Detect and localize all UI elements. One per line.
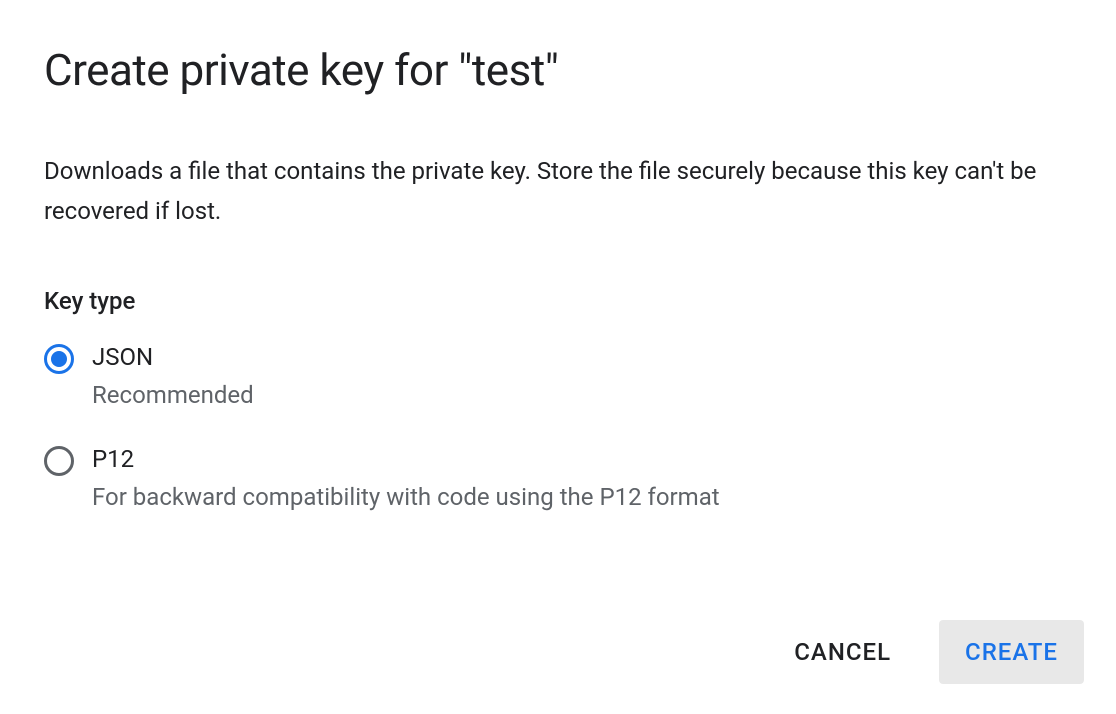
radio-hint-json: Recommended: [92, 381, 254, 409]
radio-label-json: JSON: [92, 343, 254, 371]
key-type-label: Key type: [44, 287, 1072, 315]
key-type-radio-group: JSON Recommended P12 For backward compat…: [44, 343, 1072, 511]
cancel-button[interactable]: CANCEL: [770, 620, 915, 684]
radio-content: JSON Recommended: [92, 343, 254, 409]
dialog-description: Downloads a file that contains the priva…: [44, 152, 1044, 231]
radio-option-p12[interactable]: P12 For backward compatibility with code…: [44, 445, 1072, 511]
dialog-actions: CANCEL CREATE: [770, 620, 1084, 684]
radio-circle-icon: [44, 344, 74, 374]
radio-circle-icon: [44, 446, 74, 476]
create-button[interactable]: CREATE: [939, 620, 1084, 684]
radio-hint-p12: For backward compatibility with code usi…: [92, 483, 720, 511]
radio-option-json[interactable]: JSON Recommended: [44, 343, 1072, 409]
dialog-title: Create private key for "test": [44, 44, 1072, 96]
radio-label-p12: P12: [92, 445, 720, 473]
create-private-key-dialog: Create private key for "test" Downloads …: [0, 0, 1116, 511]
radio-content: P12 For backward compatibility with code…: [92, 445, 720, 511]
